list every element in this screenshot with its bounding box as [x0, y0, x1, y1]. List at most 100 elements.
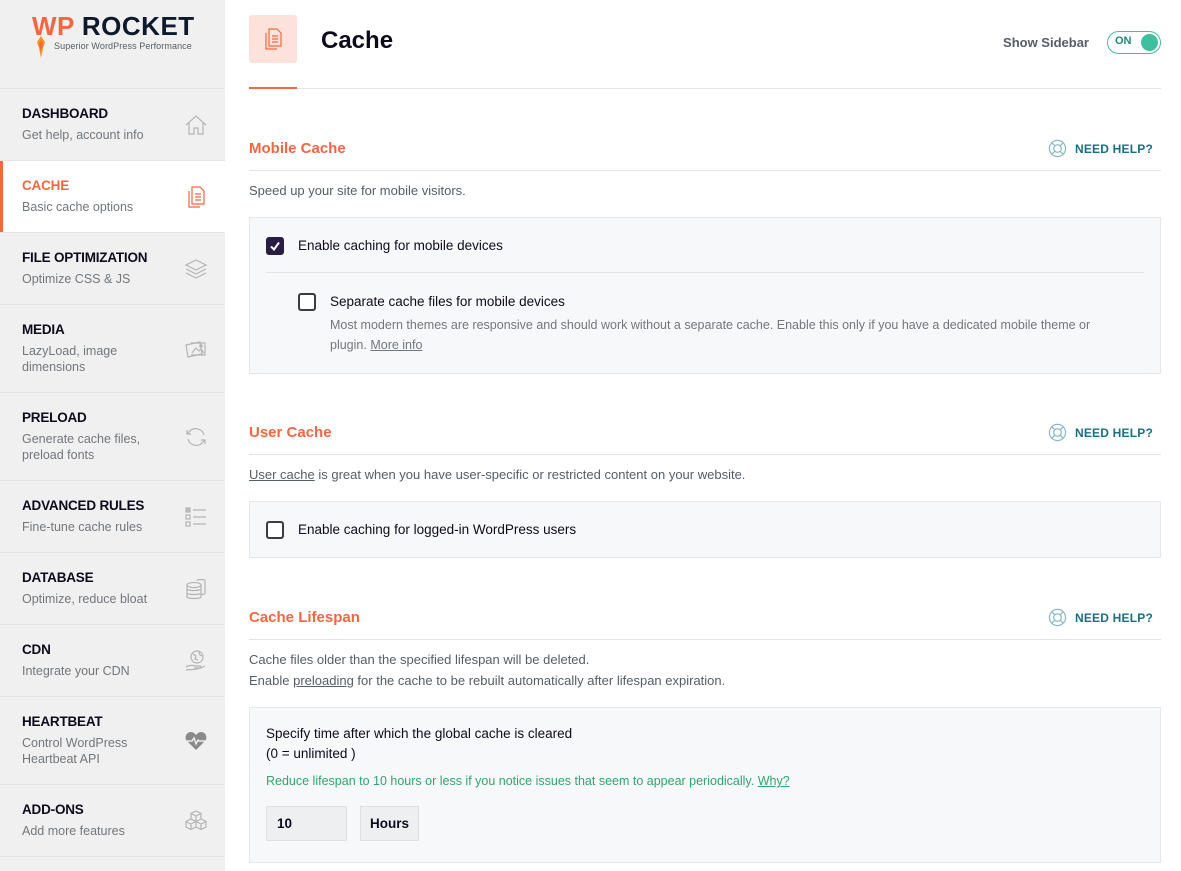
hint-text: Reduce lifespan to 10 hours or less if y…: [266, 774, 755, 788]
separate-mobile-cache-label[interactable]: Separate cache files for mobile devices: [330, 293, 1130, 311]
toggle-state-text: ON: [1115, 35, 1132, 47]
sidebar-item-heartbeat[interactable]: HEARTBEAT Control WordPress Heartbeat AP…: [0, 697, 225, 785]
sidebar-item-title: HEARTBEAT: [22, 714, 103, 729]
section-title: Cache Lifespan: [249, 609, 360, 626]
preloading-link[interactable]: preloading: [293, 673, 354, 688]
sidebar-item-preload[interactable]: PRELOAD Generate cache files, preload fo…: [0, 393, 225, 481]
user-cache-link[interactable]: User cache: [249, 467, 315, 482]
images-icon: [184, 337, 208, 361]
lifespan-field-label: Specify time after which the global cach…: [266, 726, 573, 741]
sidebar-item-title: PRELOAD: [22, 410, 87, 425]
description-text: is great when you have user-specific or …: [314, 467, 746, 482]
page-title: Cache: [321, 27, 394, 54]
main-content: Cache Show Sidebar ON Mobile Cache NEED …: [249, 0, 1161, 863]
section-title: Mobile Cache: [249, 140, 346, 157]
cache-lifespan-panel: Specify time after which the global cach…: [249, 707, 1161, 863]
sidebar-item-add-ons[interactable]: ADD-ONS Add more features: [0, 785, 225, 857]
sidebar-item-dashboard[interactable]: DASHBOARD Get help, account info: [0, 89, 225, 161]
need-help-label: NEED HELP?: [1074, 425, 1153, 440]
enable-mobile-cache-checkbox[interactable]: [266, 237, 284, 255]
separate-mobile-cache-checkbox[interactable]: [298, 293, 316, 311]
lifespan-unit-select[interactable]: Hours: [360, 806, 419, 841]
section-description-line1: Cache files older than the specified lif…: [249, 652, 590, 667]
mobile-cache-section: Mobile Cache NEED HELP? Speed up your si…: [249, 137, 1161, 374]
sidebar-item-title: ADVANCED RULES: [22, 498, 145, 513]
need-help-link[interactable]: NEED HELP?: [1048, 608, 1153, 627]
section-description-line2: Enable preloading for the cache to be re…: [249, 670, 1161, 691]
page-icon-box: [249, 15, 297, 63]
sidebar-item-advanced-rules[interactable]: ADVANCED RULES Fine-tune cache rules: [0, 481, 225, 553]
section-header: Cache Lifespan NEED HELP?: [249, 606, 1161, 640]
mobile-cache-panel: Enable caching for mobile devices Separa…: [249, 217, 1161, 374]
checklist-icon: [184, 505, 208, 529]
need-help-link[interactable]: NEED HELP?: [1048, 423, 1153, 442]
cubes-icon: [184, 809, 208, 833]
sidebar: WP ROCKET Superior WordPress Performance…: [0, 0, 225, 871]
sidebar-item-desc: Integrate your CDN: [22, 664, 130, 678]
toggle-knob: [1141, 33, 1158, 51]
sidebar-item-desc: LazyLoad, image dimensions: [22, 344, 118, 374]
sidebar-item-desc: Get help, account info: [22, 128, 144, 142]
need-help-label: NEED HELP?: [1074, 141, 1153, 156]
why-link[interactable]: Why?: [758, 774, 790, 788]
sidebar-item-database[interactable]: DATABASE Optimize, reduce bloat: [0, 553, 225, 625]
description-text: for the cache to be rebuilt automaticall…: [353, 673, 726, 688]
home-icon: [184, 113, 208, 137]
sidebar-item-desc: Generate cache files, preload fonts: [22, 432, 141, 462]
database-icon: [184, 577, 208, 601]
document-icon: [184, 185, 208, 209]
globe-hand-icon: [184, 649, 208, 673]
logged-in-cache-label[interactable]: Enable caching for logged-in WordPress u…: [298, 521, 576, 539]
lifespan-value-input[interactable]: [266, 806, 347, 841]
user-cache-section: User Cache NEED HELP? User cache is grea…: [249, 421, 1161, 558]
sidebar-item-desc: Basic cache options: [22, 200, 134, 214]
sidebar-item-title: CDN: [22, 642, 51, 657]
sidebar-item-title: DASHBOARD: [22, 106, 108, 121]
sidebar-item-title: ADD-ONS: [22, 802, 84, 817]
section-description: User cache is great when you have user-s…: [249, 464, 1161, 485]
need-help-link[interactable]: NEED HELP?: [1048, 139, 1153, 158]
sidebar-item-cache[interactable]: CACHE Basic cache options: [0, 161, 225, 233]
section-description: Speed up your site for mobile visitors.: [249, 183, 466, 198]
sidebar-item-file-optimization[interactable]: FILE OPTIMIZATION Optimize CSS & JS: [0, 233, 225, 305]
sidebar-item-title: FILE OPTIMIZATION: [22, 250, 148, 265]
show-sidebar-control: Show Sidebar ON: [1003, 31, 1161, 54]
lifespan-controls: Hours: [266, 806, 1144, 841]
enable-mobile-cache-option: Enable caching for mobile devices: [250, 218, 1160, 272]
lifebuoy-icon: [1048, 139, 1067, 158]
lifebuoy-icon: [1048, 608, 1067, 627]
logged-in-cache-checkbox[interactable]: [266, 521, 284, 539]
sidebar-item-title: MEDIA: [22, 322, 65, 337]
refresh-icon: [184, 425, 208, 449]
description-text: Enable: [249, 673, 294, 688]
sidebar-item-desc: Optimize CSS & JS: [22, 272, 131, 286]
lifespan-hint: Reduce lifespan to 10 hours or less if y…: [266, 772, 1144, 790]
section-title: User Cache: [249, 424, 332, 441]
sidebar-item-media[interactable]: MEDIA LazyLoad, image dimensions: [0, 305, 225, 393]
sidebar-item-desc: Add more features: [22, 824, 125, 838]
lifespan-field-sublabel: (0 = unlimited ): [266, 746, 356, 761]
sidebar-item-desc: Control WordPress Heartbeat API: [22, 736, 128, 766]
page-header-accent: [249, 87, 297, 89]
separate-mobile-cache-option: Separate cache files for mobile devices …: [250, 273, 1160, 355]
description-text: Most modern themes are responsive and sh…: [330, 318, 1091, 352]
rocket-flame-icon: [37, 36, 45, 58]
cache-lifespan-section: Cache Lifespan NEED HELP? Cache files ol…: [249, 606, 1161, 863]
heartbeat-icon: [184, 729, 208, 753]
logged-in-cache-option: Enable caching for logged-in WordPress u…: [250, 502, 1160, 558]
need-help-label: NEED HELP?: [1074, 610, 1153, 625]
more-info-link[interactable]: More info: [370, 338, 422, 352]
logo-wordmark: WP ROCKET: [32, 12, 195, 40]
user-cache-panel: Enable caching for logged-in WordPress u…: [249, 501, 1161, 558]
enable-mobile-cache-label[interactable]: Enable caching for mobile devices: [298, 237, 503, 255]
sidebar-item-cdn[interactable]: CDN Integrate your CDN: [0, 625, 225, 697]
wp-rocket-logo[interactable]: WP ROCKET Superior WordPress Performance: [0, 0, 225, 89]
document-icon: [265, 28, 282, 50]
separate-mobile-cache-description: Most modern themes are responsive and sh…: [330, 315, 1130, 355]
sidebar-item-desc: Fine-tune cache rules: [22, 520, 143, 534]
lifebuoy-icon: [1048, 423, 1067, 442]
show-sidebar-toggle[interactable]: ON: [1107, 31, 1161, 54]
sidebar-item-title: DATABASE: [22, 570, 94, 585]
logo-rocket: ROCKET: [81, 11, 195, 41]
page-header: Cache Show Sidebar ON: [249, 0, 1161, 89]
